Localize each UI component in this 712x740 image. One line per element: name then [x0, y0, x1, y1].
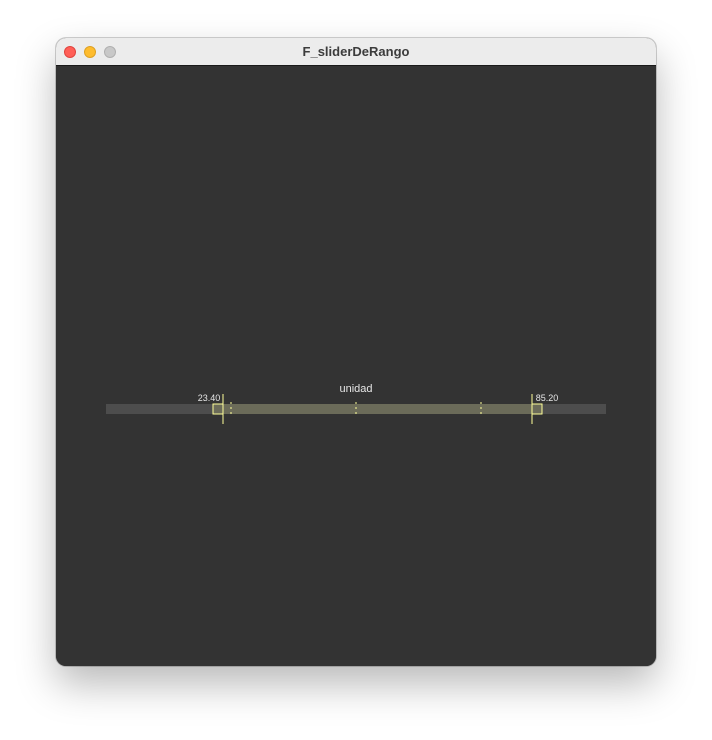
slider-selected-range[interactable]: [223, 404, 532, 414]
window-title: F_sliderDeRango: [302, 44, 410, 59]
high-value-label: 85.20: [535, 393, 559, 403]
canvas: unidad 23.40 85.20: [56, 66, 656, 666]
title-bar[interactable]: F_sliderDeRango: [56, 38, 656, 66]
range-slider[interactable]: [56, 66, 656, 666]
low-value-label: 23.40: [197, 393, 221, 403]
low-handle[interactable]: [212, 403, 224, 415]
high-handle[interactable]: [531, 403, 543, 415]
app-window: F_sliderDeRango unidad 23.40 85.20: [56, 38, 656, 666]
